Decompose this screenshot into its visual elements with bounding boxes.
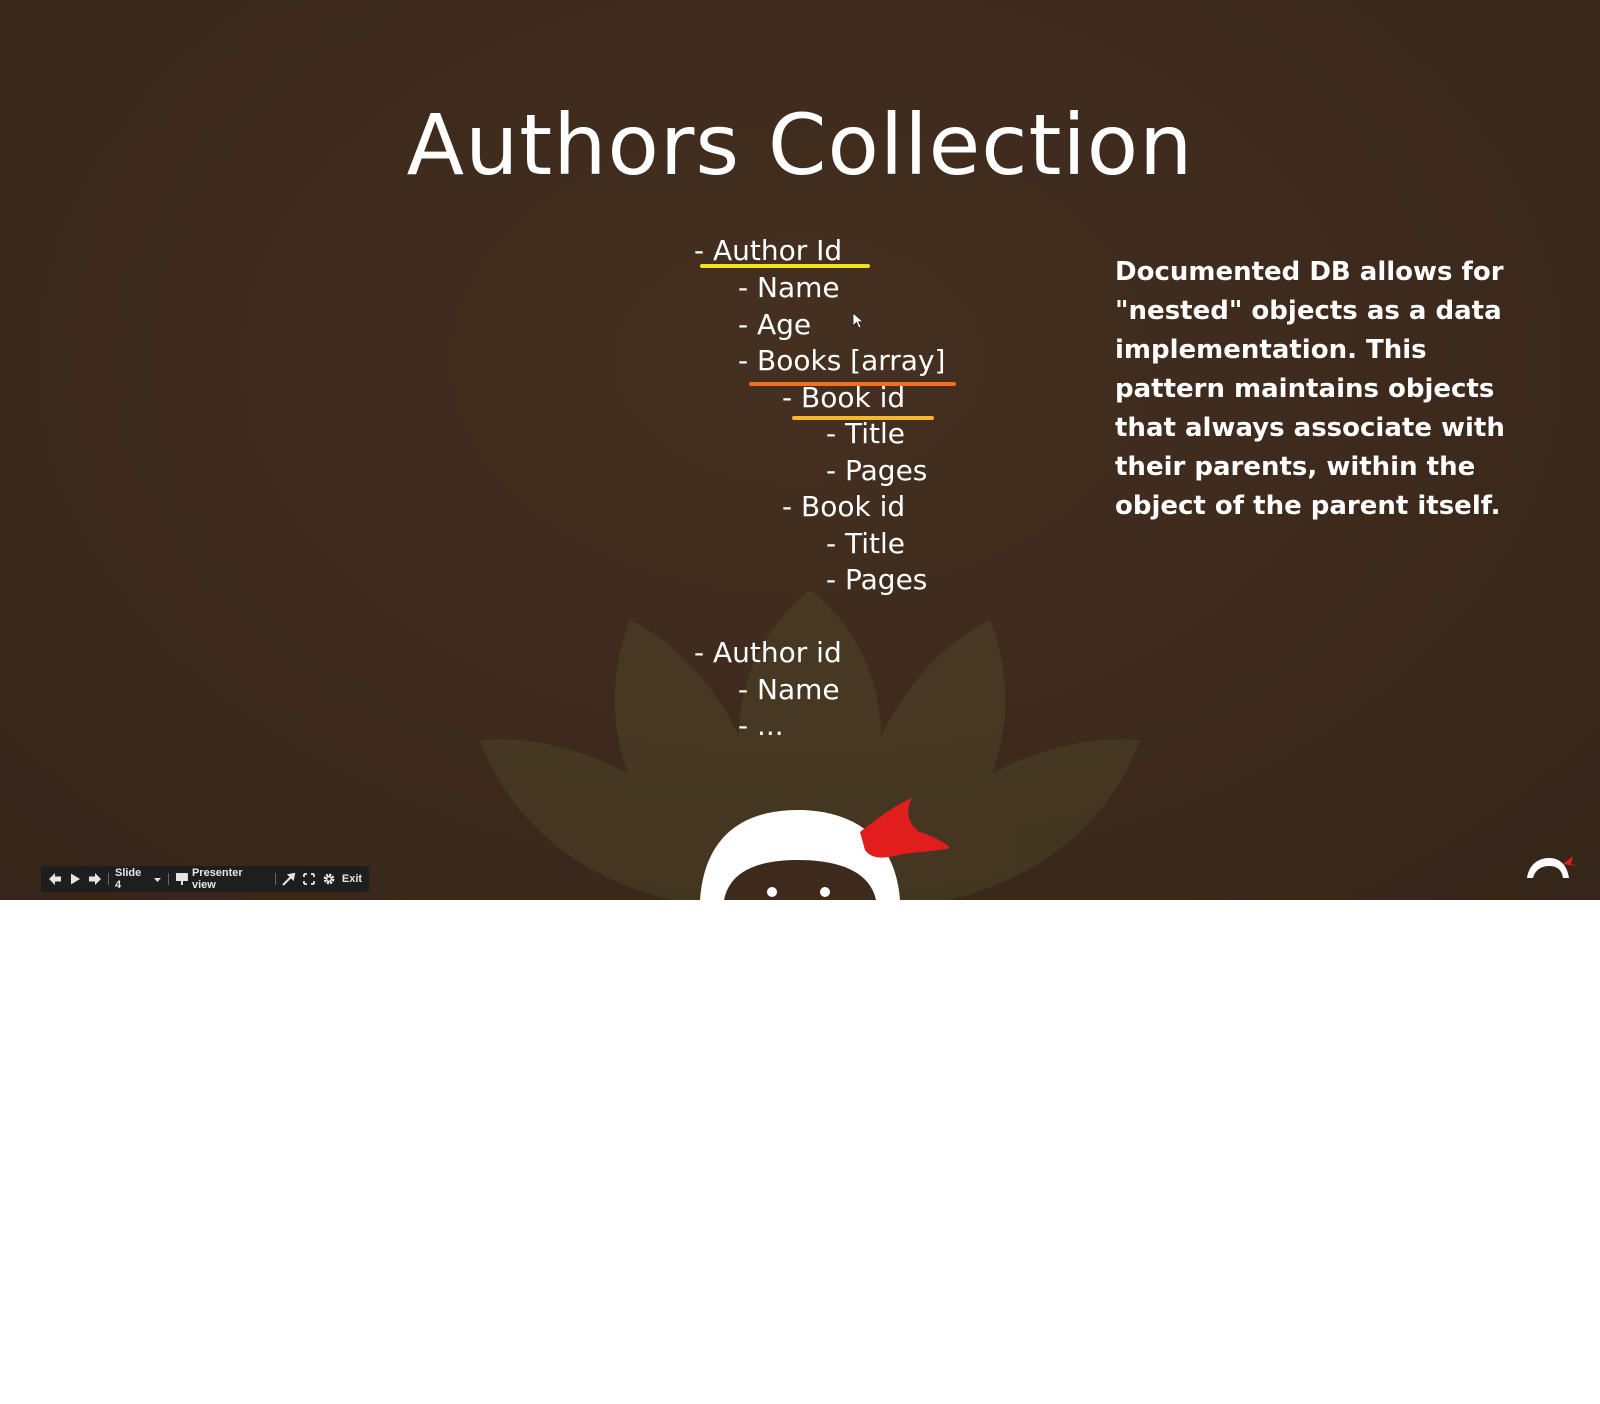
slide-selector[interactable]: Slide 4: [114, 867, 162, 891]
slide-title: Authors Collection: [406, 96, 1194, 194]
slide-number-label: Slide 4: [114, 867, 142, 891]
fullscreen-button[interactable]: [302, 869, 316, 889]
ninja-mascot-icon: [700, 798, 950, 900]
tree-line: - Pages: [826, 563, 928, 596]
tree-line: - Books [array]: [738, 344, 946, 377]
play-icon: [71, 873, 80, 885]
tree-line: - Title: [826, 527, 906, 560]
presentation-slide: Authors Collection - Author Id - Name - …: [0, 0, 1600, 900]
tree-line: - Title: [826, 417, 906, 450]
toolbar-divider: [274, 873, 276, 885]
tree-line: - Book id: [782, 381, 906, 414]
exit-label: Exit: [341, 873, 363, 885]
gear-icon: [323, 873, 335, 885]
ninja-logo-icon: [1527, 856, 1577, 878]
highlight-underline-author-id: [700, 264, 870, 268]
play-button[interactable]: [68, 869, 82, 889]
tree-line: - Author id: [694, 636, 842, 669]
toolbar-divider: [168, 873, 170, 885]
tree-line: - Book id: [782, 490, 906, 523]
presenter-view-button[interactable]: Presenter view: [175, 867, 269, 891]
tree-line: - Age: [738, 308, 812, 341]
exit-button[interactable]: Exit: [342, 869, 362, 889]
presenter-icon: [176, 873, 188, 885]
settings-button[interactable]: [322, 869, 336, 889]
arrow-right-icon: [89, 873, 101, 885]
tree-line: - ...: [738, 709, 784, 742]
mouse-cursor-icon: [852, 312, 865, 329]
presenter-view-label: Presenter view: [191, 867, 243, 891]
tree-line: - Name: [738, 673, 840, 706]
laser-pointer-icon: [282, 872, 296, 886]
tree-line: - Name: [738, 271, 840, 304]
previous-slide-button[interactable]: [48, 869, 62, 889]
explanation-text: Documented DB allows for "nested" object…: [1115, 257, 1505, 521]
tree-line: - Pages: [826, 454, 928, 487]
blank-page-area: [0, 900, 1600, 1404]
chevron-down-icon: [154, 877, 162, 882]
toolbar-divider: [108, 873, 109, 885]
fullscreen-icon: [303, 873, 315, 885]
presentation-toolbar: Slide 4 Presenter view Exit: [41, 866, 369, 892]
next-slide-button[interactable]: [88, 869, 102, 889]
laser-pointer-button[interactable]: [282, 869, 296, 889]
arrow-left-icon: [49, 873, 61, 885]
